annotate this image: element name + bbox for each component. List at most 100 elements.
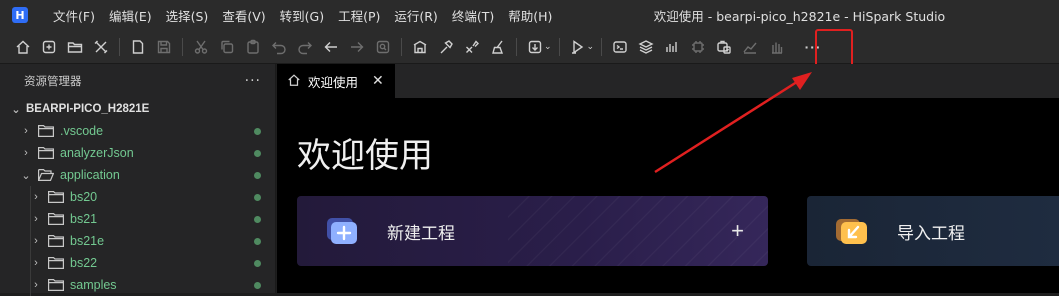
status-dot xyxy=(254,237,261,245)
more-icon[interactable]: ··· xyxy=(245,73,261,89)
package-icon[interactable] xyxy=(711,34,737,60)
indent-guide xyxy=(30,186,31,208)
chevron-down-icon[interactable]: ⌄ xyxy=(587,41,595,52)
explorer-sidebar: 资源管理器 ··· ⌄ BEARPI-PICO_H2821E › .vscode… xyxy=(0,64,276,296)
forward-icon[interactable] xyxy=(344,34,370,60)
home-icon xyxy=(287,73,301,90)
tab-welcome[interactable]: 欢迎使用 ✕ xyxy=(277,64,395,98)
import-project-icon xyxy=(833,216,869,246)
app-logo-icon: H xyxy=(12,7,28,23)
toolbar: ⌄ ⌄ ··· xyxy=(0,30,1059,64)
toolbar-separator xyxy=(516,37,517,56)
page-title: 欢迎使用 xyxy=(297,136,433,176)
chevron-right-icon: › xyxy=(34,235,38,247)
project-root[interactable]: ⌄ BEARPI-PICO_H2821E xyxy=(0,98,275,120)
new-project-label: 新建工程 xyxy=(387,223,455,244)
chevron-right-icon: › xyxy=(34,279,38,291)
menu-run[interactable]: 运行(R) xyxy=(387,6,444,25)
tree-item-label: bs21e xyxy=(70,234,105,248)
hand-icon[interactable] xyxy=(763,34,789,60)
tree-item-bs22[interactable]: › bs22 xyxy=(0,252,275,274)
build-icon[interactable] xyxy=(407,34,433,60)
menu-view[interactable]: 查看(V) xyxy=(215,6,272,25)
menu-terminal[interactable]: 终端(T) xyxy=(445,6,501,25)
tree-item-vscode[interactable]: › .vscode xyxy=(0,120,275,142)
card-decoration xyxy=(508,196,768,266)
save-icon[interactable] xyxy=(151,34,177,60)
tree-item-label: bs22 xyxy=(70,256,98,270)
menu-selection[interactable]: 选择(S) xyxy=(159,6,216,25)
import-project-card[interactable]: 导入工程 xyxy=(807,196,1059,266)
folder-icon xyxy=(48,235,64,247)
rebuild-icon[interactable] xyxy=(459,34,485,60)
menu-go[interactable]: 转到(G) xyxy=(273,6,331,25)
new-project-card[interactable]: 新建工程 + xyxy=(297,196,768,266)
menu-bar: 文件(F) 编辑(E) 选择(S) 查看(V) 转到(G) 工程(P) 运行(R… xyxy=(46,6,559,25)
tree-item-application[interactable]: ⌄ application xyxy=(0,164,275,186)
tree-item-bs21e[interactable]: › bs21e xyxy=(0,230,275,252)
toolbar-separator xyxy=(401,37,402,56)
toolbar-separator xyxy=(794,38,795,56)
folder-icon xyxy=(48,279,64,291)
tree-item-bs20[interactable]: › bs20 xyxy=(0,186,275,208)
back-icon[interactable] xyxy=(318,34,344,60)
chart-bars-icon[interactable] xyxy=(659,34,685,60)
tree-item-label: application xyxy=(60,168,120,182)
status-dot xyxy=(254,193,261,201)
chip-icon[interactable] xyxy=(685,34,711,60)
cut-icon[interactable] xyxy=(188,34,214,60)
tree-item-label: bs20 xyxy=(70,190,98,204)
trend-icon[interactable] xyxy=(737,34,763,60)
toolbar-separator xyxy=(558,37,560,56)
status-dot xyxy=(254,215,261,223)
paste-icon[interactable] xyxy=(240,34,266,60)
highlight-annotation xyxy=(815,29,853,69)
indent-guide xyxy=(30,208,31,230)
toolbar-separator xyxy=(601,37,603,56)
explorer-header: 资源管理器 ··· xyxy=(0,64,275,98)
folder-icon xyxy=(48,257,64,269)
tree-item-bs21[interactable]: › bs21 xyxy=(0,208,275,230)
folder-icon xyxy=(38,125,54,137)
explorer-title: 资源管理器 xyxy=(24,74,82,88)
menu-help[interactable]: 帮助(H) xyxy=(501,6,559,25)
tree-item-label: .vscode xyxy=(60,124,104,138)
menu-project[interactable]: 工程(P) xyxy=(331,6,387,25)
search-icon[interactable] xyxy=(370,34,396,60)
copy-icon[interactable] xyxy=(214,34,240,60)
home-icon[interactable] xyxy=(10,34,36,60)
hammer-icon[interactable] xyxy=(433,34,459,60)
status-dot xyxy=(254,127,261,135)
indent-guide xyxy=(30,230,31,252)
layers-icon[interactable] xyxy=(633,34,659,60)
status-dot xyxy=(254,281,261,289)
status-dot xyxy=(254,259,261,267)
folder-icon xyxy=(38,147,54,159)
chevron-down-icon[interactable]: ⌄ xyxy=(544,41,552,52)
terminal-icon[interactable] xyxy=(607,34,633,60)
open-folder-icon[interactable] xyxy=(62,34,88,60)
clean-icon[interactable] xyxy=(485,34,511,60)
indent-guide xyxy=(30,252,31,274)
new-file-icon[interactable] xyxy=(36,34,62,60)
project-name: BEARPI-PICO_H2821E xyxy=(26,103,150,115)
import-project-label: 导入工程 xyxy=(897,223,965,244)
chevron-right-icon: › xyxy=(34,213,38,225)
tools-icon[interactable] xyxy=(88,34,114,60)
tab-label: 欢迎使用 xyxy=(308,74,359,90)
close-icon[interactable]: ✕ xyxy=(372,73,384,89)
new-document-icon[interactable] xyxy=(125,34,151,60)
chevron-right-icon: › xyxy=(34,257,38,269)
undo-icon[interactable] xyxy=(266,34,292,60)
plus-icon[interactable]: + xyxy=(731,218,744,244)
title-bar: H 文件(F) 编辑(E) 选择(S) 查看(V) 转到(G) 工程(P) 运行… xyxy=(0,0,1059,30)
toolbar-separator xyxy=(119,37,120,56)
chevron-right-icon: › xyxy=(24,125,28,137)
chevron-right-icon: › xyxy=(34,191,38,203)
chevron-down-icon: ⌄ xyxy=(11,103,21,116)
tree-item-analyzerjson[interactable]: › analyzerJson xyxy=(0,142,275,164)
toolbar-separator xyxy=(182,37,183,56)
menu-file[interactable]: 文件(F) xyxy=(46,6,102,25)
redo-icon[interactable] xyxy=(292,34,318,60)
menu-edit[interactable]: 编辑(E) xyxy=(102,6,159,25)
